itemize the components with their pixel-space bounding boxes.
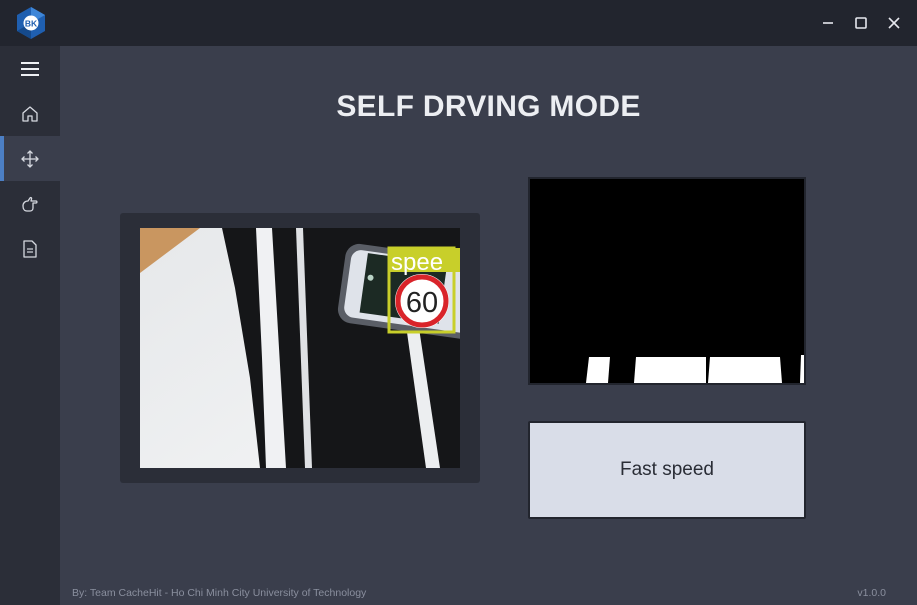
sidebar-item-home[interactable]: [0, 91, 60, 136]
move-icon: [21, 149, 39, 168]
sidebar-menu-toggle[interactable]: [0, 46, 60, 91]
camera-feed-image: spee 60: [140, 228, 460, 468]
maximize-button[interactable]: [850, 12, 872, 34]
maximize-icon: [855, 17, 867, 29]
logo-text: BK: [25, 19, 38, 29]
home-icon: [22, 105, 38, 122]
app-logo: BK: [14, 6, 48, 40]
detection-label: spee: [391, 249, 443, 276]
minimize-icon: [823, 22, 833, 24]
sidebar: [0, 46, 60, 605]
camera-panel: spee 60: [120, 213, 480, 483]
sidebar-item-self-driving[interactable]: [0, 136, 60, 181]
menu-icon: [21, 61, 39, 76]
close-icon: [888, 17, 900, 29]
version-label: v1.0.0: [857, 587, 886, 599]
speed-status-text: Fast speed: [620, 459, 714, 480]
footer-credit: By: Team CacheHit - Ho Chi Minh City Uni…: [72, 587, 367, 599]
minimize-button[interactable]: [817, 12, 839, 34]
close-button[interactable]: [883, 12, 905, 34]
page-title: SELF DRVING MODE: [336, 90, 641, 123]
sidebar-item-document[interactable]: [0, 226, 60, 271]
speed-sign-value: 60: [406, 287, 438, 319]
title-bar: BK: [0, 0, 917, 46]
lane-mask-view: [528, 177, 806, 385]
sidebar-item-gesture[interactable]: [0, 181, 60, 226]
speed-status-panel: Fast speed: [528, 421, 806, 519]
hand-icon: [22, 196, 38, 212]
document-icon: [23, 239, 37, 258]
